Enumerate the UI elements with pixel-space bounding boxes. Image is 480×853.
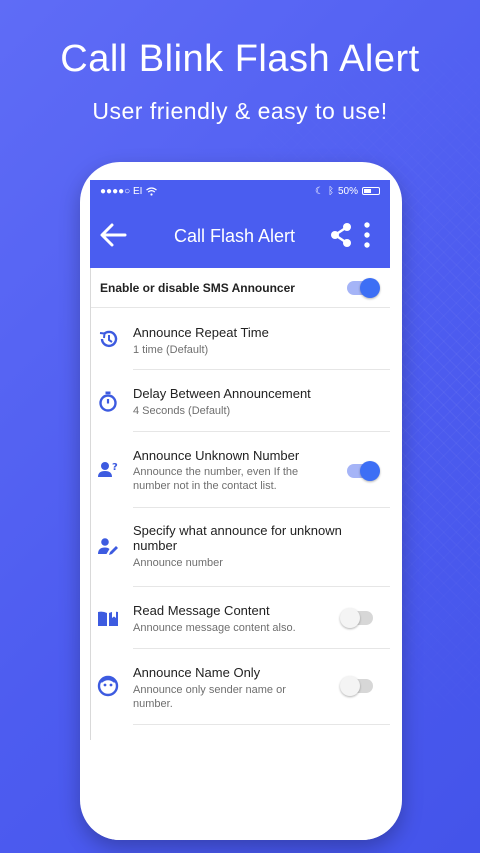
bluetooth-icon: ᛒ <box>327 185 334 197</box>
setting-announce-repeat-time[interactable]: Announce Repeat Time 1 time (Default) <box>99 308 390 370</box>
setting-delay-between-announcement[interactable]: Delay Between Announcement 4 Seconds (De… <box>99 370 390 432</box>
svg-text:?: ? <box>112 462 118 473</box>
carrier-signal: ●●●●○ EI <box>100 185 143 197</box>
sms-announcer-toggle[interactable] <box>347 278 380 298</box>
back-arrow-icon[interactable] <box>98 221 128 249</box>
phone-frame: ●●●●○ EI ☾ ᛒ 50% Call Flash Alert Enable… <box>80 162 402 840</box>
list-left-border-extension <box>90 720 91 740</box>
setting-desc: 4 Seconds (Default) <box>133 405 231 417</box>
more-vertical-icon[interactable] <box>362 222 372 248</box>
user-edit-icon <box>98 538 118 555</box>
settings-list: Enable or disable SMS Announcer Announce… <box>90 268 390 725</box>
phone-screen: ●●●●○ EI ☾ ᛒ 50% Call Flash Alert Enable… <box>90 180 390 840</box>
share-icon[interactable] <box>328 222 354 248</box>
setting-title: Specify what announce for unknown number <box>133 523 342 553</box>
sms-announcer-row[interactable]: Enable or disable SMS Announcer <box>91 268 390 308</box>
read-message-toggle[interactable] <box>340 608 373 628</box>
book-icon <box>98 611 118 626</box>
app-title: Call Flash Alert <box>174 226 296 246</box>
promo-title: Call Blink Flash Alert <box>60 38 420 80</box>
setting-desc: Announce message content also. <box>133 622 296 634</box>
unknown-user-icon: ? <box>98 462 118 477</box>
setting-announce-name-only[interactable]: Announce Name Only Announce only sender … <box>97 649 390 725</box>
face-icon <box>97 675 119 697</box>
battery-level <box>364 189 371 193</box>
battery-icon <box>362 187 380 195</box>
stopwatch-icon <box>99 391 117 412</box>
setting-specify-unknown-announce[interactable]: Specify what announce for unknown number… <box>98 508 390 587</box>
setting-read-message-content[interactable]: Read Message Content Announce message co… <box>98 587 390 649</box>
app-bar: Call Flash Alert <box>90 202 390 268</box>
setting-desc: Announce the number, even If the number … <box>133 466 299 492</box>
setting-desc: 1 time (Default) <box>133 344 209 356</box>
battery-percent: 50% <box>337 185 358 197</box>
setting-announce-unknown-number[interactable]: ? Announce Unknown Number Announce the n… <box>98 432 390 508</box>
history-icon <box>99 330 118 348</box>
setting-title: Announce Repeat Time <box>133 325 269 340</box>
moon-icon: ☾ <box>315 185 324 197</box>
setting-title: Announce Name Only <box>133 665 261 680</box>
wifi-icon <box>146 186 158 196</box>
setting-title: Announce Unknown Number <box>133 448 300 463</box>
setting-desc: Announce number <box>133 557 223 569</box>
name-only-toggle[interactable] <box>340 676 373 696</box>
setting-title: Delay Between Announcement <box>133 386 311 401</box>
status-bar: ●●●●○ EI ☾ ᛒ 50% <box>90 180 390 202</box>
promo-subtitle: User friendly & easy to use! <box>92 98 388 124</box>
unknown-number-toggle[interactable] <box>347 461 380 481</box>
sms-announcer-label: Enable or disable SMS Announcer <box>100 280 295 295</box>
setting-desc: Announce only sender name or number. <box>133 684 286 710</box>
setting-title: Read Message Content <box>133 603 270 618</box>
